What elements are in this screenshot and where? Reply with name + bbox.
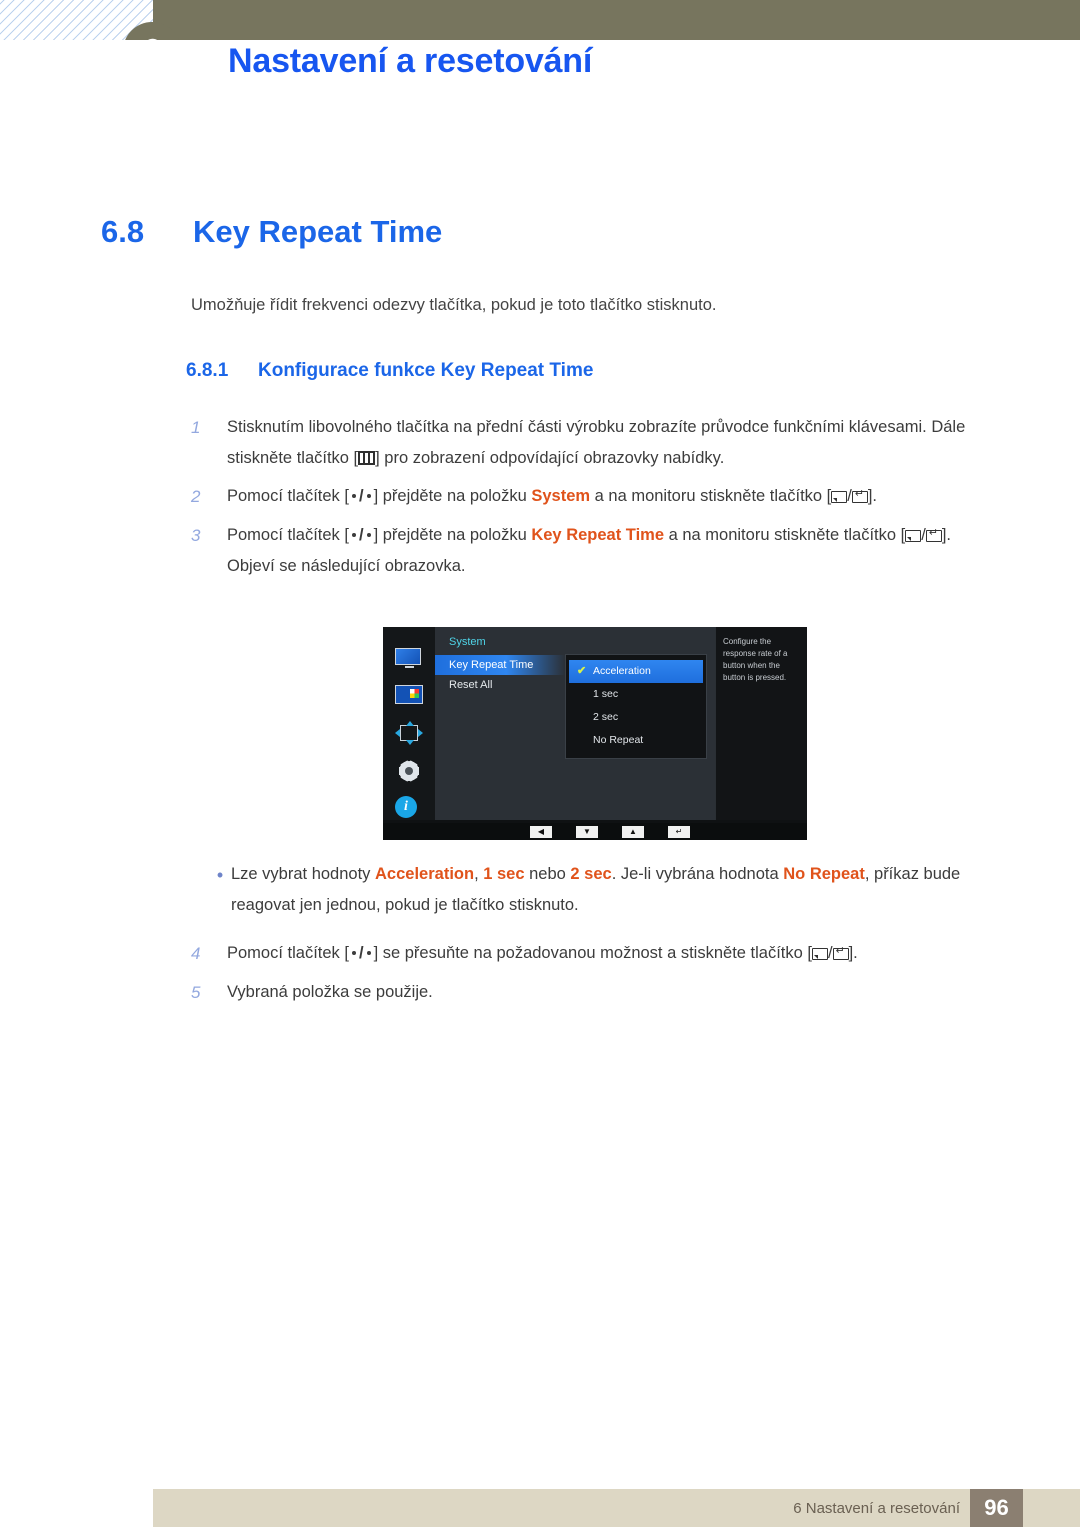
chapter-title: Nastavení a resetování	[228, 42, 593, 80]
step-number: 2	[191, 487, 201, 507]
step-text-separator: /	[828, 944, 833, 963]
step-number: 4	[191, 944, 201, 964]
back-button[interactable]: ◀	[530, 825, 552, 838]
step-item: 3 Pomocí tlačítek [ / ] přejděte na položk…	[191, 520, 1006, 581]
step-text-part: ] pro zobrazení odpovídající obrazovky n…	[375, 448, 725, 467]
step-text-part: ] se přesuňte na požadovanou možnost a s…	[373, 944, 812, 963]
option-highlight: 1 sec	[483, 865, 525, 883]
section-number: 6.8	[101, 214, 145, 249]
step-item: 1 Stisknutím libovolného tlačítka na pře…	[191, 412, 1006, 473]
option-highlight: 2 sec	[570, 865, 612, 883]
step-text-part: a na monitoru stiskněte tlačítko [	[590, 487, 832, 506]
osd-main-area: i System Key Repeat Time Reset All ✔ Acce…	[383, 627, 807, 820]
section-heading: 6.8 Key Repeat Time	[101, 214, 442, 250]
step-number: 5	[191, 983, 201, 1003]
step-text: Vybraná položka se použije.	[227, 983, 433, 1002]
osd-option-label: Acceleration	[593, 665, 651, 677]
step-text: Stisknutím libovolného tlačítka na předn…	[227, 412, 1006, 473]
back-button-icon	[905, 530, 922, 543]
step-text-part: ] přejděte na položku	[373, 487, 532, 506]
osd-option-no-repeat[interactable]: No Repeat	[566, 729, 706, 752]
dot-icon	[351, 533, 356, 538]
check-icon: ✔	[577, 665, 587, 677]
up-button[interactable]: ▲	[622, 825, 644, 838]
step-item: 5 Vybraná položka se použije.	[191, 977, 1006, 1008]
information-icon[interactable]: i	[395, 796, 423, 820]
osd-option-acceleration[interactable]: ✔ Acceleration	[569, 660, 703, 683]
option-highlight: Acceleration	[375, 865, 475, 883]
picture-color-icon[interactable]	[395, 684, 423, 709]
step-text-separator: /	[358, 944, 364, 963]
osd-option-1-sec[interactable]: 1 sec	[566, 683, 706, 706]
note-text-part: . Je-li vybrána hodnota	[611, 865, 784, 883]
note-text-part: ,	[474, 865, 484, 883]
section-title: Key Repeat Time	[193, 214, 443, 249]
step-text-part: a na monitoru stiskněte tlačítko [	[664, 526, 906, 545]
display-icon[interactable]	[395, 648, 423, 672]
section-lead-paragraph: Umožňuje řídit frekvenci odezvy tlačítka…	[191, 296, 717, 314]
dot-icon	[366, 494, 371, 499]
note-text: Lze vybrat hodnoty Acceleration, 1 sec n…	[227, 859, 1006, 920]
subsection-title: Konfigurace funkce Key Repeat Time	[258, 360, 594, 381]
dot-icon	[366, 951, 371, 956]
note-text-part: nebo	[524, 865, 571, 883]
page-header: 6 Nastavení a resetování	[0, 0, 1080, 120]
step-text: Pomocí tlačítek [/] přejděte na položku …	[227, 520, 1006, 581]
subsection-heading: 6.8.1 Konfigurace funkce Key Repeat Time	[186, 360, 593, 382]
step-item: 4 Pomocí tlačítek [ / ] se přesuňte na pož…	[191, 938, 1006, 969]
menu-name-highlight: Key Repeat Time	[531, 526, 665, 545]
note-bullet: • Lze vybrat hodnoty Acceleration, 1 sec…	[191, 859, 1006, 920]
step-item: 2 Pomocí tlačítek [ / ] přejděte na položk…	[191, 481, 1006, 512]
step-number: 1	[191, 418, 201, 437]
step-text: Pomocí tlačítek [/] přejděte na položku …	[227, 481, 1006, 512]
step-note: Objeví se následující obrazovka.	[227, 556, 466, 575]
dot-icon	[351, 951, 356, 956]
osd-menu-screenshot: i System Key Repeat Time Reset All ✔ Acce…	[383, 627, 807, 840]
step-text-part: Pomocí tlačítek [	[227, 944, 349, 963]
dot-icon	[366, 533, 371, 538]
enter-button-icon	[925, 529, 942, 543]
osd-menu-item-reset-all[interactable]: Reset All	[435, 675, 565, 695]
step-text-part: Pomocí tlačítek [	[227, 526, 349, 545]
osd-menu-item-key-repeat-time[interactable]: Key Repeat Time	[435, 655, 565, 675]
osd-description-panel: Configure the response rate of a button …	[715, 627, 807, 820]
osd-navigation-bar: ◀ ▼ ▲ ↵	[383, 823, 807, 840]
step-text-part: ] přejděte na položku	[373, 526, 532, 545]
enter-button-icon	[832, 947, 849, 961]
step-text-part: ].	[867, 487, 878, 506]
step-text-part: ].	[941, 526, 951, 545]
osd-option-list: ✔ Acceleration 1 sec 2 sec No Repeat	[565, 654, 707, 759]
step-text-part: ].	[848, 944, 858, 963]
instruction-steps-continued: • Lze vybrat hodnoty Acceleration, 1 sec…	[191, 855, 1006, 1017]
header-badge-mask	[110, 40, 200, 86]
option-highlight: No Repeat	[783, 865, 865, 883]
dot-icon	[351, 494, 356, 499]
page-footer: 6 Nastavení a resetování 96	[153, 1489, 1080, 1527]
bullet-icon: •	[216, 865, 224, 885]
menu-name-highlight: System	[531, 487, 591, 506]
page-number-badge: 96	[970, 1489, 1023, 1527]
back-button-icon	[831, 491, 848, 504]
enter-button-icon	[851, 490, 868, 504]
osd-option-2-sec[interactable]: 2 sec	[566, 706, 706, 729]
step-text-separator: /	[358, 487, 364, 506]
menu-button-icon	[358, 450, 376, 465]
system-gear-icon[interactable]	[396, 758, 422, 784]
osd-position-icon[interactable]	[395, 721, 423, 745]
back-button-icon	[812, 948, 828, 961]
subsection-number: 6.8.1	[186, 360, 229, 381]
note-text-part: Lze vybrat hodnoty	[231, 865, 376, 883]
step-text-part: Pomocí tlačítek [	[227, 487, 349, 506]
down-button[interactable]: ▼	[576, 825, 598, 838]
instruction-steps: 1 Stisknutím libovolného tlačítka na pře…	[191, 412, 1006, 590]
osd-icon-rail: i	[383, 627, 435, 820]
step-number: 3	[191, 526, 201, 546]
step-text: Pomocí tlačítek [ / ] se přesuňte na požad…	[227, 938, 1006, 969]
step-text-separator: /	[358, 526, 364, 545]
enter-button[interactable]: ↵	[668, 825, 690, 838]
footer-chapter-label: 6 Nastavení a resetování	[793, 1500, 960, 1517]
header-olive-bar	[153, 0, 1080, 40]
